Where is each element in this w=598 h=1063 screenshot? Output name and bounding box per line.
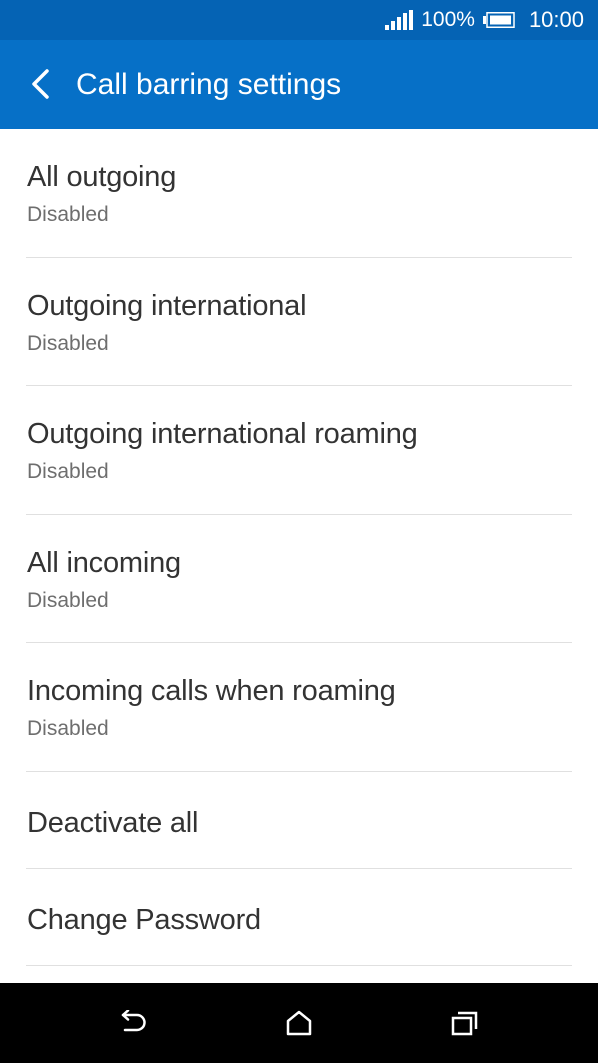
home-button[interactable]	[279, 1003, 319, 1043]
list-item-all-outgoing[interactable]: All outgoing Disabled	[26, 129, 572, 258]
list-item-incoming-roaming[interactable]: Incoming calls when roaming Disabled	[26, 643, 572, 772]
list-item-outgoing-international[interactable]: Outgoing international Disabled	[26, 258, 572, 386]
battery-full-icon	[482, 12, 515, 28]
list-item-title: All incoming	[27, 546, 181, 579]
page-title: Call barring settings	[76, 68, 342, 101]
home-icon	[286, 1010, 312, 1036]
back-arrow-icon	[32, 69, 49, 99]
status-bar: 100% 10:00	[0, 0, 598, 40]
list-item-all-incoming[interactable]: All incoming Disabled	[26, 515, 572, 643]
list-item-status: Disabled	[27, 331, 109, 355]
list-item-status: Disabled	[27, 588, 109, 612]
settings-list: All outgoing Disabled Outgoing internati…	[0, 129, 598, 966]
list-item-status: Disabled	[27, 460, 109, 483]
list-item-status: Disabled	[27, 203, 109, 226]
recent-apps-icon	[451, 1011, 478, 1036]
recent-apps-button[interactable]	[445, 1003, 485, 1043]
signal-bars-icon	[385, 10, 414, 30]
navigation-bar	[0, 983, 598, 1063]
list-item-deactivate-all[interactable]: Deactivate all	[26, 772, 572, 869]
list-item-title: Outgoing international	[27, 289, 307, 322]
list-item-status: Disabled	[27, 717, 109, 740]
battery-percent: 100%	[421, 8, 475, 31]
list-item-outgoing-international-roaming[interactable]: Outgoing international roaming Disabled	[26, 386, 572, 515]
status-indicators: 100% 10:00	[385, 0, 584, 40]
list-item-title: Incoming calls when roaming	[27, 675, 396, 707]
nav-back-icon	[121, 1010, 146, 1032]
list-item-title: Deactivate all	[27, 806, 199, 839]
list-item-change-password[interactable]: Change Password	[26, 869, 572, 966]
list-item-title: Outgoing international roaming	[27, 418, 418, 450]
clock: 10:00	[528, 7, 584, 32]
app-bar: Call barring settings	[0, 40, 598, 129]
list-item-title: All outgoing	[27, 161, 177, 193]
nav-back-button[interactable]	[114, 1003, 154, 1043]
list-item-title: Change Password	[27, 903, 261, 936]
back-button[interactable]	[20, 64, 60, 104]
